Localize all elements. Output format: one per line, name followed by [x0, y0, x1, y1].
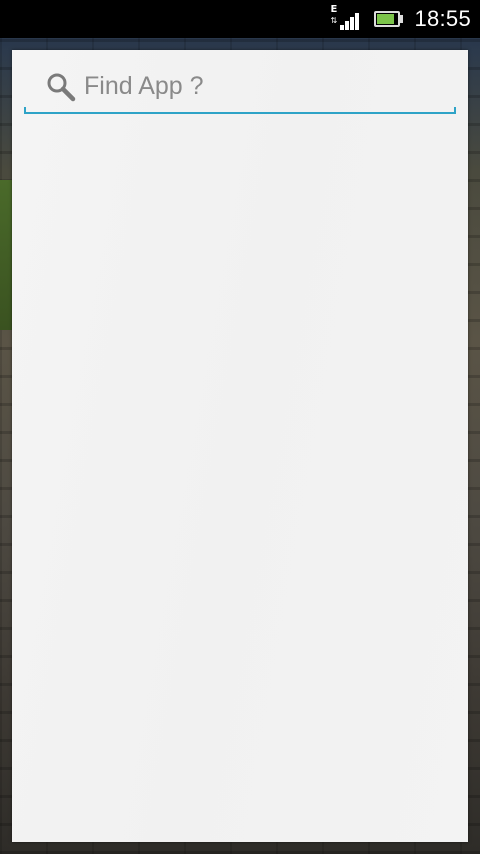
app-list	[24, 120, 456, 830]
signal-icon: E ⇅	[330, 4, 360, 32]
search-input[interactable]	[84, 68, 444, 104]
data-activity-arrows-icon: ⇅	[330, 16, 338, 25]
status-icons: E ⇅ 18:55	[330, 0, 480, 38]
network-type-label: E	[330, 4, 338, 15]
signal-bar-3	[350, 17, 355, 30]
battery-icon	[374, 11, 404, 27]
signal-bar-4	[355, 13, 360, 30]
signal-bar-2	[345, 21, 350, 30]
status-clock: 18:55	[414, 6, 471, 31]
signal-bar-1	[340, 25, 345, 30]
screen: E ⇅ 18:55	[0, 0, 480, 854]
app-search-panel	[12, 50, 468, 842]
battery-fill	[377, 14, 395, 24]
search-icon	[47, 73, 76, 102]
status-bar: E ⇅ 18:55	[0, 0, 480, 38]
search-bar[interactable]	[24, 62, 456, 114]
